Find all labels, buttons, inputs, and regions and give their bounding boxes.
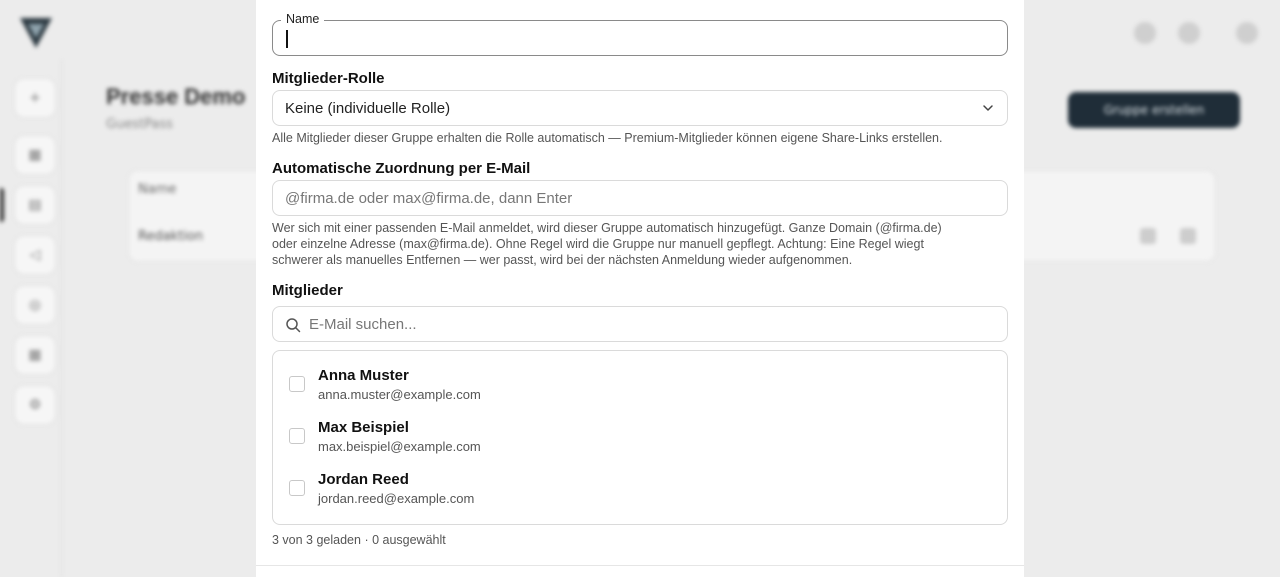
member-name: Max Beispiel <box>318 419 409 436</box>
member-checkbox[interactable] <box>289 376 305 392</box>
sidebar-active-indicator <box>0 188 4 222</box>
member-checkbox[interactable] <box>289 428 305 444</box>
table-header-name: Name <box>138 182 177 197</box>
name-input[interactable] <box>285 28 985 50</box>
name-field[interactable]: Name <box>272 12 1008 56</box>
sidebar-item-settings[interactable]: ◎ <box>14 285 56 325</box>
text-cursor <box>286 30 288 48</box>
sidebar-add-icon[interactable]: + <box>14 78 56 118</box>
list-item[interactable]: Max Beispiel max.beispiel@example.com <box>289 419 889 459</box>
sidebar-item-groups[interactable]: ▤ <box>14 185 56 225</box>
member-checkbox[interactable] <box>289 480 305 496</box>
footer-divider <box>256 565 1024 566</box>
email-rule-input[interactable] <box>272 180 1008 216</box>
list-item[interactable]: Anna Muster anna.muster@example.com <box>289 367 889 407</box>
member-search-field[interactable] <box>272 306 1008 342</box>
role-select[interactable]: Keine (individuelle Rolle) <box>272 90 1008 126</box>
create-group-dialog: Name Mitglieder-Rolle Keine (individuell… <box>256 0 1024 577</box>
member-email: max.beispiel@example.com <box>318 439 481 454</box>
email-rule-help-1: Wer sich mit einer passenden E-Mail anme… <box>272 221 942 235</box>
role-help: Alle Mitglieder dieser Gruppe erhalten d… <box>272 131 943 145</box>
table-row[interactable]: Redaktion <box>138 229 203 244</box>
members-label: Mitglieder <box>272 282 343 299</box>
email-rule-help-3: schwerer als manuelles Entfernen — wer p… <box>272 253 853 267</box>
notification-icon[interactable] <box>1178 22 1200 44</box>
role-select-value: Keine (individuelle Rolle) <box>285 99 451 117</box>
member-email: anna.muster@example.com <box>318 387 481 402</box>
page-title: Presse Demo <box>106 84 246 109</box>
sidebar-item-dashboard[interactable]: ▦ <box>14 135 56 175</box>
email-rule-help-2: oder einzelne Adresse (max@firma.de). Oh… <box>272 237 924 251</box>
sidebar-item-users[interactable]: ▦ <box>14 335 56 375</box>
name-label: Name <box>281 12 325 26</box>
chevron-down-icon <box>983 105 993 111</box>
avatar[interactable] <box>1236 22 1258 44</box>
sidebar-item-share[interactable]: ◁ <box>14 235 56 275</box>
member-email: jordan.reed@example.com <box>318 491 475 506</box>
help-icon[interactable] <box>1134 22 1156 44</box>
sidebar-item-config[interactable]: ⚙ <box>14 385 56 425</box>
edit-icon[interactable] <box>1140 228 1156 244</box>
members-list: Anna Muster anna.muster@example.com Max … <box>272 350 1008 525</box>
delete-icon[interactable] <box>1180 228 1196 244</box>
create-group-button[interactable]: Gruppe erstellen <box>1068 92 1240 128</box>
member-search-input[interactable] <box>309 313 989 335</box>
list-item[interactable]: Jordan Reed jordan.reed@example.com <box>289 471 889 511</box>
member-name: Anna Muster <box>318 367 409 384</box>
member-name: Jordan Reed <box>318 471 409 488</box>
email-rule-label: Automatische Zuordnung per E-Mail <box>272 160 531 177</box>
page-subtitle: GuestPass <box>106 117 173 132</box>
selection-count: 3 von 3 geladen · 0 ausgewählt <box>272 533 446 547</box>
logo-icon <box>20 18 52 48</box>
role-label: Mitglieder-Rolle <box>272 70 385 87</box>
search-icon <box>286 318 301 333</box>
